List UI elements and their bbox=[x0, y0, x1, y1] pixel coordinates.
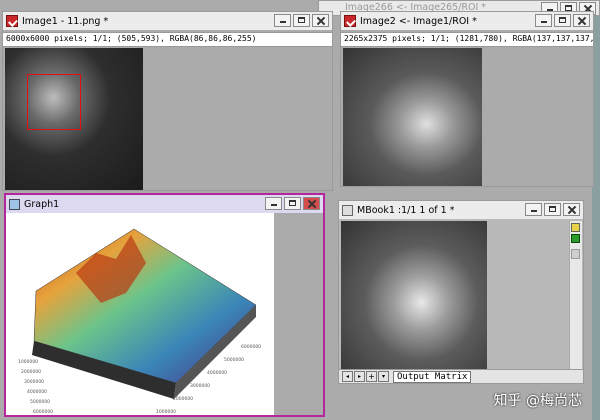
prev-sheet-icon[interactable]: ▸ bbox=[354, 371, 365, 382]
graph1-window[interactable]: Graph1 1 10000002000000300000040 bbox=[4, 193, 325, 417]
axis-labels-left: 1000000 2000000 3000000 4000000 5000000 60000… bbox=[18, 359, 53, 415]
maximize-icon[interactable] bbox=[544, 203, 561, 216]
maximize-icon[interactable] bbox=[554, 14, 571, 27]
image2-pixel-info: 2265x2375 pixels; 1/1; (1281,780), RGBA(… bbox=[341, 32, 593, 47]
matrix-image[interactable] bbox=[341, 221, 487, 369]
mbook1-titlebar[interactable]: MBook1 :1/1 1 of 1 * bbox=[339, 201, 583, 219]
graph-margin bbox=[274, 213, 323, 415]
graph-canvas[interactable]: 1000000 2000000 3000000 4000000 5000000 60000… bbox=[6, 213, 274, 415]
close-icon[interactable] bbox=[573, 14, 590, 27]
graph1-controls bbox=[265, 197, 320, 210]
mbook1-title: MBook1 :1/1 1 of 1 * bbox=[357, 204, 455, 216]
axis-tick-label: 5000000 bbox=[30, 399, 50, 405]
image2-window[interactable]: Image2 <- Image1/ROI * 2265x2375 pixels;… bbox=[340, 11, 594, 187]
axis-tick-label: 4000000 bbox=[207, 370, 227, 376]
image1-canvas[interactable] bbox=[5, 48, 143, 190]
vertical-scrollbar[interactable] bbox=[569, 221, 582, 371]
image2-titlebar[interactable]: Image2 <- Image1/ROI * bbox=[341, 12, 593, 30]
lock-icon[interactable] bbox=[571, 234, 580, 243]
scroll-thumb[interactable] bbox=[571, 249, 580, 259]
axis-tick-label: 2000000 bbox=[21, 369, 41, 375]
play-icon[interactable] bbox=[571, 223, 580, 232]
image1-pixel-info: 6000x6000 pixels; 1/1; (505,593), RGBA(8… bbox=[3, 32, 332, 47]
add-sheet-icon[interactable]: + bbox=[366, 371, 377, 382]
first-sheet-icon[interactable]: ◂ bbox=[342, 371, 353, 382]
image1-title: Image1 - 11.png * bbox=[22, 15, 109, 27]
watermark: 知乎 @梅尚芯 bbox=[493, 393, 582, 409]
axis-tick-label: 6000000 bbox=[241, 344, 261, 350]
mbook1-controls bbox=[525, 203, 580, 216]
axis-tick-label: 1000000 bbox=[18, 359, 38, 365]
surface-plot: 1000000 2000000 3000000 4000000 5000000 60000… bbox=[18, 228, 261, 415]
minimize-icon[interactable] bbox=[525, 203, 542, 216]
sheet-list-icon[interactable]: ▾ bbox=[378, 371, 389, 382]
graph1-title: Graph1 bbox=[24, 198, 60, 210]
axis-tick-label: 3000000 bbox=[190, 383, 210, 389]
axis-tick-label: 1000000 bbox=[156, 409, 176, 415]
mbook1-window[interactable]: MBook1 :1/1 1 of 1 * ◂ ▸ + ▾ Output Matr… bbox=[338, 200, 584, 384]
image2-title: Image2 <- Image1/ROI * bbox=[360, 15, 477, 27]
graph-window-icon bbox=[9, 198, 20, 210]
axis-tick-label: 2000000 bbox=[173, 396, 193, 402]
minimize-icon[interactable] bbox=[274, 14, 291, 27]
close-icon[interactable] bbox=[312, 14, 329, 27]
axis-tick-label: 6000000 bbox=[33, 409, 53, 415]
axis-tick-label: 5000000 bbox=[224, 357, 244, 363]
minimize-icon[interactable] bbox=[265, 197, 282, 210]
image2-canvas[interactable] bbox=[343, 48, 482, 186]
axis-tick-label: 4000000 bbox=[27, 389, 47, 395]
image-window-icon bbox=[6, 15, 18, 27]
matrix-window-icon bbox=[342, 204, 353, 216]
image2-controls bbox=[535, 14, 590, 27]
maximize-icon[interactable] bbox=[284, 197, 301, 210]
image1-controls bbox=[274, 14, 329, 27]
maximize-icon[interactable] bbox=[293, 14, 310, 27]
sheet-tab-output-matrix[interactable]: Output Matrix bbox=[393, 370, 472, 383]
sheet-tab-bar: ◂ ▸ + ▾ Output Matrix bbox=[339, 369, 583, 383]
roi-rectangle[interactable] bbox=[27, 74, 81, 130]
close-icon[interactable] bbox=[303, 197, 320, 210]
image1-window[interactable]: Image1 - 11.png * 6000x6000 pixels; 1/1;… bbox=[2, 11, 333, 191]
graph1-titlebar[interactable]: Graph1 bbox=[6, 195, 323, 213]
close-icon[interactable] bbox=[563, 203, 580, 216]
image-window-icon bbox=[344, 15, 356, 27]
minimize-icon[interactable] bbox=[535, 14, 552, 27]
image1-titlebar[interactable]: Image1 - 11.png * bbox=[3, 12, 332, 30]
axis-tick-label: 3000000 bbox=[24, 379, 44, 385]
